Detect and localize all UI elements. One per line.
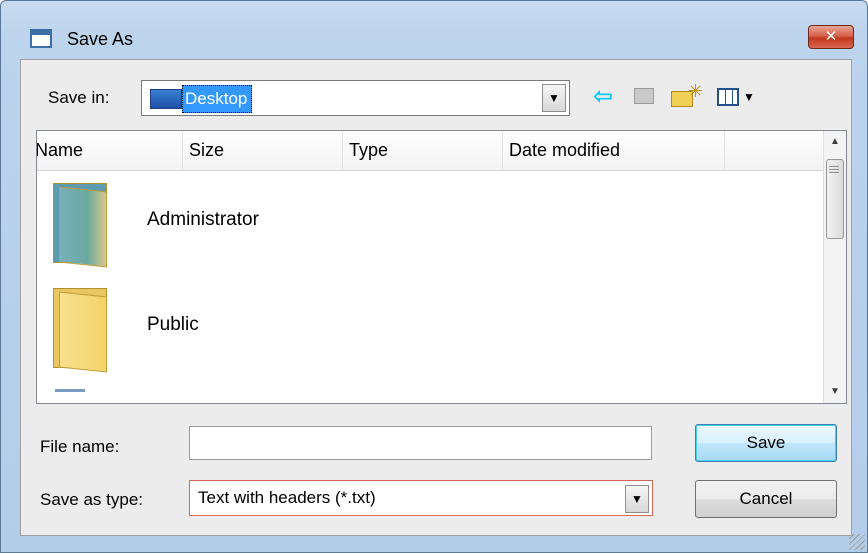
window-icon <box>30 29 52 48</box>
vertical-scrollbar[interactable]: ▲ — — — ▼ <box>823 131 846 403</box>
file-name-input[interactable] <box>189 426 652 460</box>
column-header: Name Size Type Date modified <box>37 131 824 171</box>
column-type[interactable]: Type <box>343 131 503 171</box>
close-button[interactable]: ✕ <box>808 25 854 49</box>
save-in-value: Desktop <box>182 85 253 113</box>
scroll-up-icon[interactable]: ▲ <box>824 131 846 153</box>
save-as-type-select[interactable]: Text with headers (*.txt) ▼ <box>189 480 653 516</box>
column-size[interactable]: Size <box>183 131 343 171</box>
file-icon <box>55 389 85 392</box>
list-item[interactable]: Public <box>37 276 824 376</box>
list-item-name: Administrator <box>147 209 259 230</box>
save-as-type-label: Save as type: <box>40 490 144 509</box>
save-in-dropdown[interactable]: Desktop ▼ <box>141 80 570 116</box>
column-name[interactable]: Name <box>37 131 183 171</box>
up-folder-icon[interactable] <box>630 82 658 112</box>
window-title: Save As <box>67 29 134 49</box>
save-in-dropdown-button[interactable]: ▼ <box>542 84 566 112</box>
view-menu-icon[interactable]: ▼ <box>715 82 761 112</box>
resize-grip-icon[interactable] <box>849 534 865 550</box>
save-as-type-value: Text with headers (*.txt) <box>198 488 376 507</box>
scroll-down-icon[interactable]: ▼ <box>824 381 846 403</box>
save-as-dialog: Save As ✕ Save in: Desktop ▼ ⇦ ✳ ▼ Name … <box>0 0 868 553</box>
save-as-type-dropdown-button[interactable]: ▼ <box>625 485 649 513</box>
cancel-button[interactable]: Cancel <box>695 480 837 518</box>
user-folder-icon <box>49 179 111 268</box>
save-in-label: Save in: <box>48 88 110 107</box>
list-item-partial[interactable] <box>37 381 824 403</box>
desktop-icon <box>150 89 182 109</box>
list-item-name: Public <box>147 314 199 335</box>
file-name-label: File name: <box>40 437 120 456</box>
chevron-down-icon: ▼ <box>631 492 643 506</box>
back-arrow-icon[interactable]: ⇦ <box>589 82 617 112</box>
grip-icon: — — — <box>829 161 839 178</box>
chevron-down-icon: ▼ <box>548 91 560 105</box>
new-folder-icon[interactable]: ✳ <box>668 81 703 112</box>
column-date-modified[interactable]: Date modified <box>503 131 725 171</box>
folder-icon <box>49 284 111 373</box>
title-bar[interactable]: Save As ✕ <box>1 1 867 49</box>
file-list[interactable]: Name Size Type Date modified Administrat… <box>36 130 847 404</box>
list-item[interactable]: Administrator <box>37 171 824 271</box>
dialog-body: Save in: Desktop ▼ ⇦ ✳ ▼ Name Size Type … <box>20 59 852 536</box>
save-button[interactable]: Save <box>695 424 837 462</box>
